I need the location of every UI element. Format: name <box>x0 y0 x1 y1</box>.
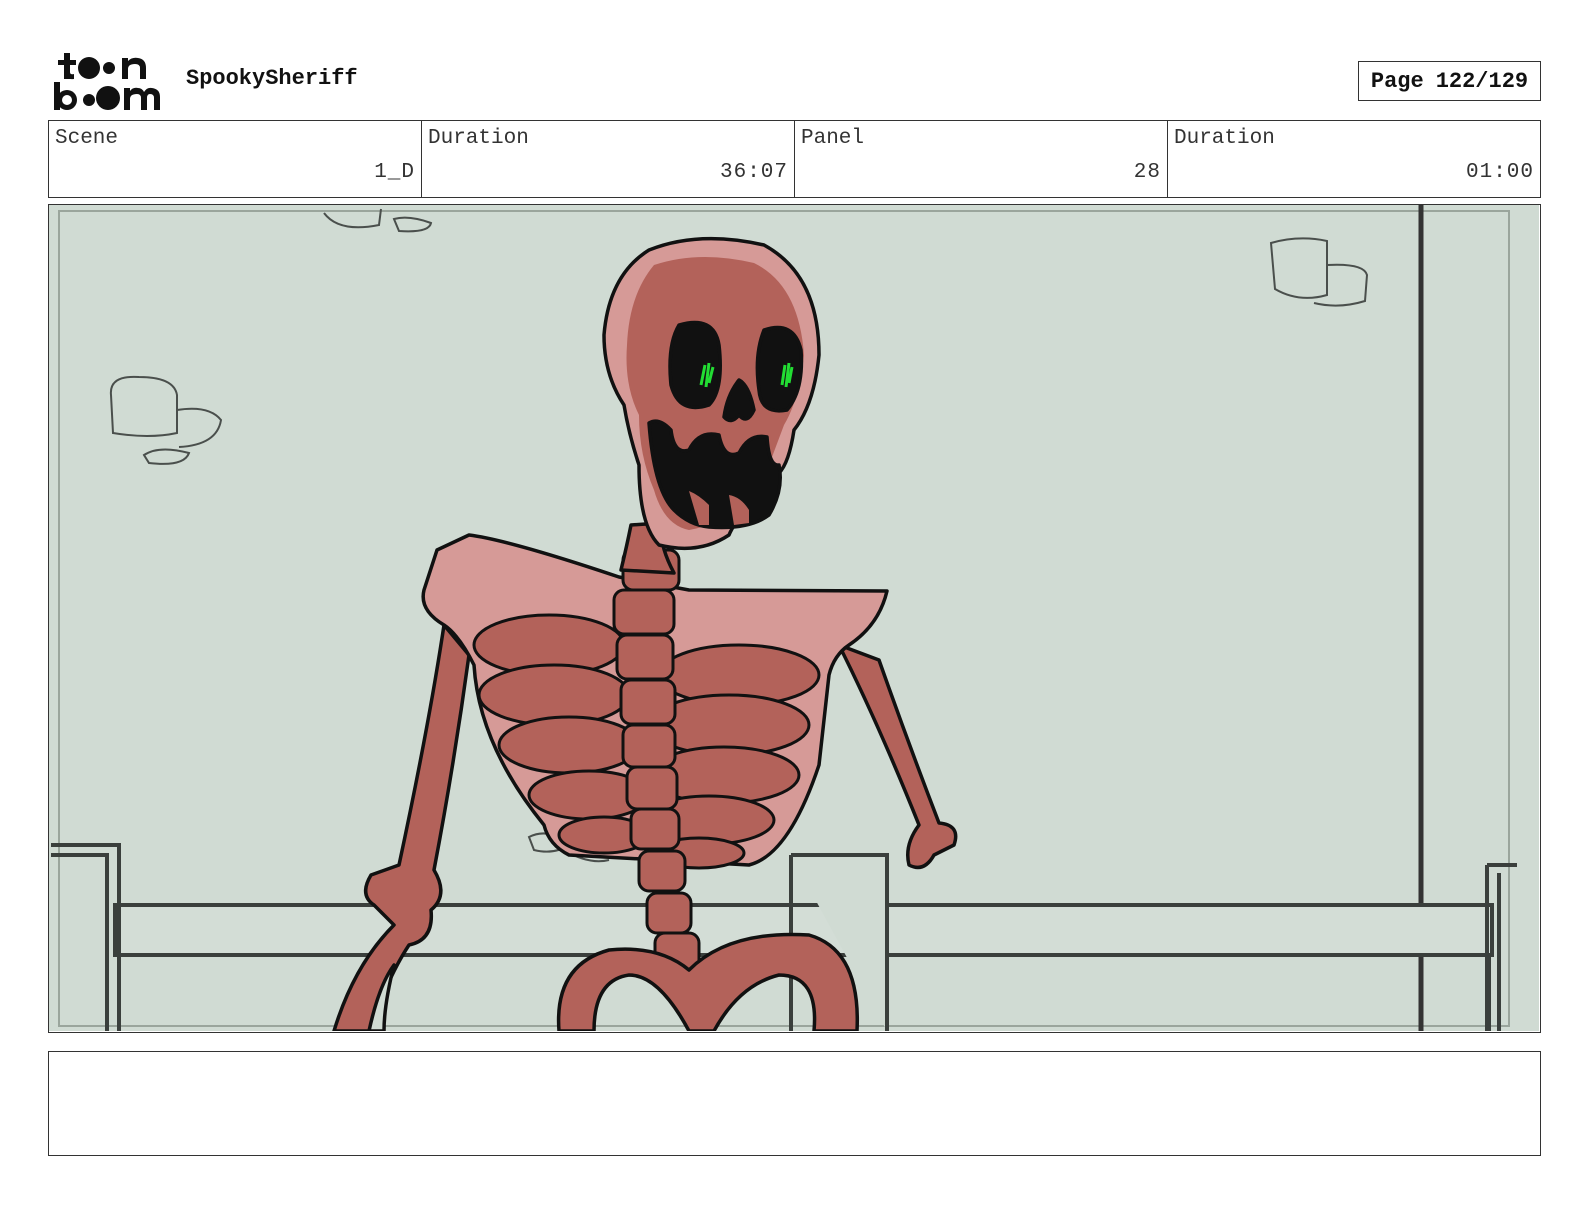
storyboard-drawing <box>49 205 1539 1031</box>
page-indicator: Page 122/129 <box>1358 61 1541 101</box>
panel-duration-cell: Duration 01:00 <box>1168 121 1540 197</box>
panel-value: 28 <box>1133 161 1161 184</box>
panel-notes <box>48 1051 1541 1156</box>
storyboard-panel <box>48 204 1541 1033</box>
panel-label: Panel <box>801 127 865 150</box>
panel-cell: Panel 28 <box>795 121 1168 197</box>
panel-duration-value: 01:00 <box>1465 161 1534 184</box>
page-number: 122/129 <box>1435 68 1529 94</box>
scene-duration-cell: Duration 36:07 <box>422 121 795 197</box>
scene-duration-value: 36:07 <box>719 161 788 184</box>
toon-boom-logo <box>54 53 160 110</box>
scene-duration-label: Duration <box>428 127 529 150</box>
scene-value: 1_D <box>374 161 415 184</box>
panel-duration-label: Duration <box>1174 127 1275 150</box>
project-title: SpookySheriff <box>186 66 358 91</box>
page-label: Page <box>1370 68 1424 94</box>
scene-cell: Scene 1_D <box>49 121 422 197</box>
info-table: Scene 1_D Duration 36:07 Panel 28 Durati… <box>48 120 1541 198</box>
scene-label: Scene <box>55 127 119 150</box>
